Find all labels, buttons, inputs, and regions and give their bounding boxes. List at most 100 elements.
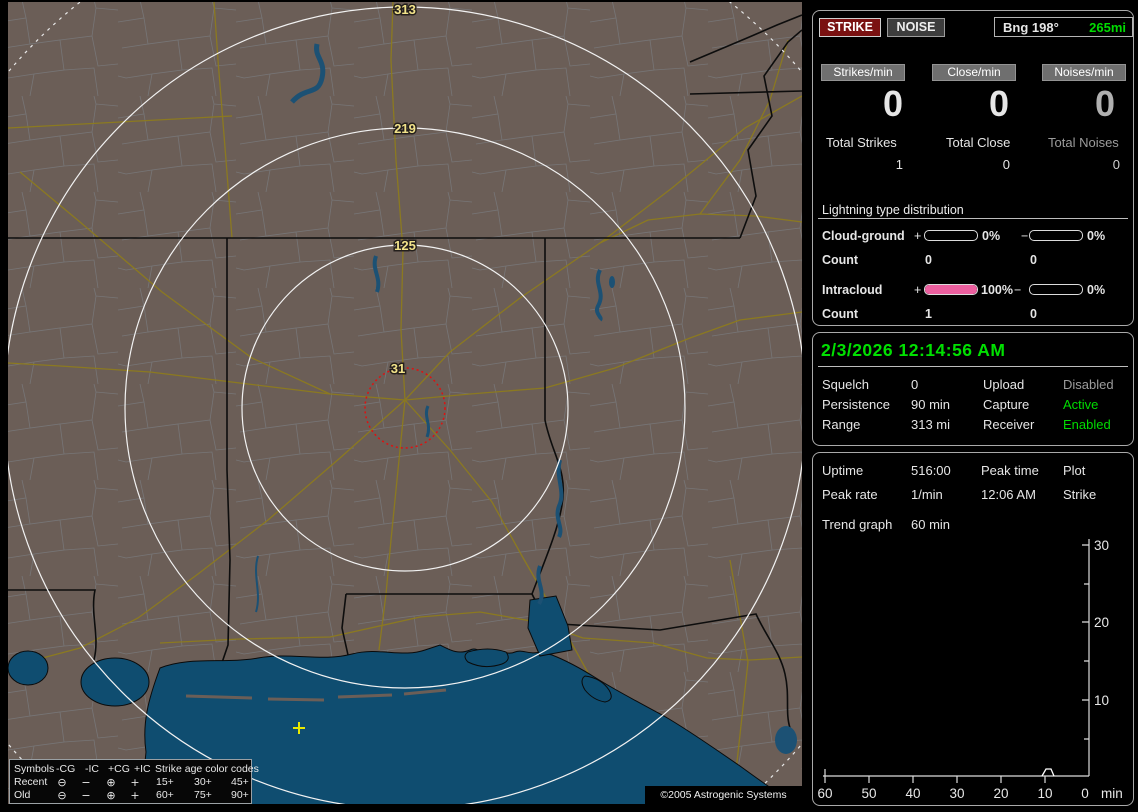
close-alarm-ring bbox=[364, 367, 446, 449]
total-strikes-label: Total Strikes bbox=[826, 135, 897, 150]
range-label: Range bbox=[822, 417, 861, 432]
peak-time-value: 12:06 AM bbox=[981, 487, 1036, 502]
ic-negative-pct: 0% bbox=[1087, 283, 1106, 297]
total-close-value: 0 bbox=[1002, 157, 1010, 172]
intracloud-label: Intracloud bbox=[822, 283, 883, 297]
cg-negative-count: 0 bbox=[1030, 253, 1037, 267]
strike-mode-button[interactable]: STRIKE bbox=[819, 18, 881, 37]
strikes-per-min-value: 0 bbox=[882, 83, 903, 124]
close-per-min-value: 0 bbox=[988, 83, 1009, 124]
ic-positive-bar-fill bbox=[925, 285, 977, 294]
capture-label: Capture bbox=[983, 397, 1030, 412]
copyright-notice: ©2005 Astrogenic Systems bbox=[645, 786, 802, 804]
peak-rate-value: 1/min bbox=[911, 487, 943, 502]
ring-label-125: 125 bbox=[394, 238, 416, 253]
cg-count-label: Count bbox=[822, 253, 859, 267]
legend-header-neg-ic: -IC bbox=[85, 763, 99, 775]
uptime-label: Uptime bbox=[822, 463, 864, 478]
strike-statistics-panel: STRIKE NOISE Bng 198° 265mi Strikes/min … bbox=[812, 10, 1134, 326]
x-tick-60: 60 bbox=[817, 786, 832, 801]
age-15: 15+ bbox=[156, 776, 174, 788]
x-tick-40: 40 bbox=[905, 786, 920, 801]
lake-pontchartrain bbox=[80, 657, 150, 707]
capture-status: Active bbox=[1063, 397, 1099, 412]
total-noises-value: 0 bbox=[1112, 157, 1120, 172]
receiver-status-panel: 2/3/2026 12:14:56 AM Squelch 0 Upload Di… bbox=[812, 332, 1134, 446]
neg-cg-recent-icon: ⊖ bbox=[57, 776, 67, 789]
ic-positive-count: 1 bbox=[925, 307, 932, 321]
age-30: 30+ bbox=[194, 776, 212, 788]
cg-positive-count: 0 bbox=[925, 253, 932, 267]
cg-negative-pct: 0% bbox=[1087, 229, 1106, 243]
ring-label-219: 219 bbox=[394, 121, 416, 136]
trend-graph-label: Trend graph bbox=[822, 517, 893, 532]
ic-count-label: Count bbox=[822, 307, 859, 321]
legend-header-symbols: Symbols bbox=[14, 763, 55, 775]
ic-positive-pct: 100% bbox=[981, 283, 1013, 297]
plot-mode-value: Strike bbox=[1063, 487, 1097, 502]
cloud-ground-label: Cloud-ground bbox=[822, 229, 905, 243]
receiver-label: Receiver bbox=[983, 417, 1035, 432]
y-axis-ticks bbox=[1082, 544, 1089, 740]
x-tick-30: 30 bbox=[949, 786, 964, 801]
county-boundaries bbox=[8, 2, 802, 804]
rivers-lakes bbox=[255, 43, 797, 754]
pos-ic-old-icon: + bbox=[130, 789, 140, 802]
plus-sign: + bbox=[914, 283, 922, 297]
strike-trend-chart: 30 20 10 60 50 40 30 20 10 0 min bbox=[817, 538, 1123, 801]
cg-negative-bar bbox=[1029, 230, 1083, 241]
squelch-value: 0 bbox=[911, 377, 919, 392]
minus-sign: − bbox=[1021, 229, 1029, 243]
legend-row-old-label: Old bbox=[14, 789, 31, 801]
noise-mode-button[interactable]: NOISE bbox=[887, 18, 945, 37]
ring-label-31: 31 bbox=[391, 361, 405, 376]
session-trend-panel: Uptime 516:00 Peak time Plot Peak rate 1… bbox=[812, 452, 1134, 806]
distribution-title: Lightning type distribution bbox=[822, 203, 964, 217]
legend-age-header: Strike age color codes bbox=[155, 763, 259, 775]
y-tick-30: 30 bbox=[1094, 538, 1109, 553]
range-rings bbox=[8, 2, 802, 804]
uptime-value: 516:00 bbox=[911, 463, 951, 478]
map-symbol-legend: Symbols -CG -IC +CG +IC Strike age color… bbox=[9, 759, 259, 804]
age-45: 45+ bbox=[231, 776, 249, 788]
neg-ic-recent-icon: − bbox=[81, 776, 91, 789]
strike-rate-trace bbox=[1041, 768, 1055, 777]
y-tick-10: 10 bbox=[1094, 693, 1109, 708]
state-borders bbox=[8, 14, 802, 729]
y-tick-20: 20 bbox=[1094, 615, 1109, 630]
x-tick-0: 0 bbox=[1081, 786, 1089, 801]
upload-status: Disabled bbox=[1063, 377, 1114, 392]
barrier-islands bbox=[185, 688, 447, 702]
neg-ic-old-icon: − bbox=[81, 789, 91, 802]
bearing-distance: 265mi bbox=[1089, 19, 1126, 35]
noises-per-min-value: 0 bbox=[1094, 83, 1115, 124]
date-time-display: 2/3/2026 12:14:56 AM bbox=[821, 340, 1006, 360]
bearing-readout: Bng 198° 265mi bbox=[994, 17, 1133, 37]
distribution-divider bbox=[818, 218, 1128, 219]
intracloud-strike-marker bbox=[293, 722, 305, 734]
plot-label: Plot bbox=[1063, 463, 1086, 478]
ic-negative-bar bbox=[1029, 284, 1083, 295]
clock-divider bbox=[818, 366, 1128, 367]
peak-time-label: Peak time bbox=[981, 463, 1039, 478]
range-value: 313 mi bbox=[911, 417, 951, 432]
cg-positive-bar bbox=[924, 230, 978, 241]
pos-cg-recent-icon: ⊕ bbox=[106, 776, 116, 789]
age-75: 75+ bbox=[194, 789, 212, 801]
x-axis-unit: min bbox=[1101, 786, 1123, 801]
legend-header-pos-cg: +CG bbox=[108, 763, 130, 775]
age-90: 90+ bbox=[231, 789, 249, 801]
receiver-status: Enabled bbox=[1063, 417, 1111, 432]
lightning-map[interactable]: 313 219 125 31 bbox=[8, 2, 802, 804]
bearing-value: Bng 198° bbox=[1003, 19, 1059, 35]
x-tick-50: 50 bbox=[861, 786, 876, 801]
squelch-label: Squelch bbox=[822, 377, 869, 392]
x-tick-20: 20 bbox=[993, 786, 1008, 801]
chip-close-per-min: Close/min bbox=[932, 64, 1016, 81]
neg-cg-old-icon: ⊖ bbox=[57, 789, 67, 802]
total-noises-label: Total Noises bbox=[1048, 135, 1119, 150]
ic-negative-count: 0 bbox=[1030, 307, 1037, 321]
persistence-value: 90 min bbox=[911, 397, 951, 412]
age-60: 60+ bbox=[156, 789, 174, 801]
road-network bbox=[8, 2, 802, 781]
